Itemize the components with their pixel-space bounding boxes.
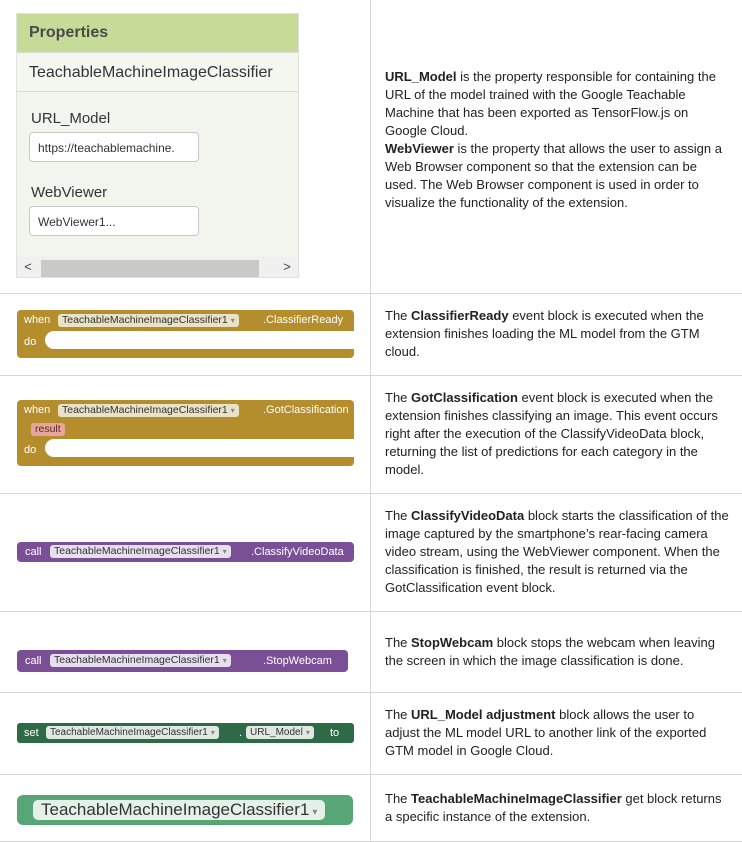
table-row: call TeachableMachineImageClassifier1▾ .… — [0, 611, 742, 692]
stop-webcam-description: The StopWebcam block stops the webcam wh… — [371, 634, 742, 670]
description-cell: The ClassifierReady event block is execu… — [371, 293, 742, 375]
chevron-down-icon: ▾ — [211, 728, 215, 737]
component-dropdown[interactable]: TeachableMachineImageClassifier1▾ — [58, 404, 239, 417]
term: ClassifierReady — [411, 308, 509, 323]
when-keyword: when — [24, 314, 50, 326]
table-row: TeachableMachineImageClassifier1▾ The Te… — [0, 774, 742, 841]
block-cell: TeachableMachineImageClassifier1▾ — [0, 774, 371, 841]
component-dropdown[interactable]: TeachableMachineImageClassifier1▾ — [58, 314, 239, 327]
description-cell: The URL_Model adjustment block allows th… — [371, 692, 742, 774]
block-cell: call TeachableMachineImageClassifier1▾ .… — [0, 611, 371, 692]
description-cell: The GotClassification event block is exe… — [371, 375, 742, 493]
event-name: .ClassifierReady — [263, 314, 343, 326]
method-name: .ClassifyVideoData — [251, 546, 344, 558]
term: URL_Model adjustment — [411, 707, 555, 722]
description-text: The — [385, 508, 411, 523]
block-cell: when TeachableMachineImageClassifier1▾ .… — [0, 375, 371, 493]
do-keyword: do — [24, 336, 36, 348]
scroll-right-icon[interactable]: > — [278, 257, 296, 277]
method-name: .StopWebcam — [263, 655, 332, 667]
call-keyword: call — [25, 546, 42, 558]
properties-header: Properties — [17, 14, 298, 52]
statement-slot[interactable] — [45, 439, 354, 457]
url-model-label: URL_Model — [31, 110, 110, 127]
chevron-down-icon: ▾ — [306, 728, 310, 737]
description-cell: The ClassifyVideoData block starts the c… — [371, 493, 742, 611]
horizontal-scrollbar[interactable]: < > — [17, 257, 298, 277]
table-row: when TeachableMachineImageClassifier1▾ .… — [0, 293, 742, 375]
table-row: Properties TeachableMachineImageClassifi… — [0, 0, 742, 293]
term: URL_Model — [385, 69, 457, 84]
when-keyword: when — [24, 404, 50, 416]
block-cell: set TeachableMachineImageClassifier1▾ . … — [0, 692, 371, 774]
description-text: The — [385, 635, 411, 650]
chevron-down-icon: ▾ — [312, 807, 317, 818]
term: StopWebcam — [411, 635, 493, 650]
component-dropdown[interactable]: TeachableMachineImageClassifier1▾ — [33, 800, 325, 820]
component-getter-block[interactable]: TeachableMachineImageClassifier1▾ — [17, 795, 353, 825]
scroll-left-icon[interactable]: < — [19, 257, 37, 277]
term: GotClassification — [411, 390, 518, 405]
description-cell: The StopWebcam block stops the webcam wh… — [371, 611, 742, 692]
component-dropdown[interactable]: TeachableMachineImageClassifier1▾ — [50, 545, 231, 558]
property-dropdown[interactable]: URL_Model▾ — [246, 726, 314, 739]
term: TeachableMachineImageClassifier — [411, 791, 622, 806]
url-model-field[interactable]: https://teachablemachine. — [29, 132, 199, 162]
statement-slot[interactable] — [45, 331, 354, 349]
classifier-ready-description: The ClassifierReady event block is execu… — [371, 307, 742, 361]
set-url-model-block[interactable]: set TeachableMachineImageClassifier1▾ . … — [17, 723, 354, 743]
do-keyword: do — [24, 444, 36, 456]
call-keyword: call — [25, 655, 42, 667]
component-label: TeachableMachineImageClassifier1 — [41, 800, 309, 819]
got-classification-description: The GotClassification event block is exe… — [371, 389, 742, 479]
component-label: TeachableMachineImageClassifier1 — [62, 404, 228, 416]
set-keyword: set — [24, 727, 39, 739]
webviewer-label: WebViewer — [31, 184, 107, 201]
component-dropdown[interactable]: TeachableMachineImageClassifier1▾ — [46, 726, 219, 739]
block-cell: when TeachableMachineImageClassifier1▾ .… — [0, 293, 371, 375]
chevron-down-icon: ▾ — [231, 316, 235, 325]
description-text: The — [385, 308, 411, 323]
classifier-ready-block[interactable]: when TeachableMachineImageClassifier1▾ .… — [17, 310, 354, 358]
result-parameter[interactable]: result — [31, 423, 65, 436]
component-label: TeachableMachineImageClassifier1 — [54, 545, 220, 557]
description-text: The — [385, 791, 411, 806]
term: WebViewer — [385, 141, 454, 156]
stop-webcam-block[interactable]: call TeachableMachineImageClassifier1▾ .… — [17, 650, 348, 672]
event-name: .GotClassification — [263, 404, 349, 416]
component-dropdown[interactable]: TeachableMachineImageClassifier1▾ — [50, 654, 231, 667]
got-classification-block[interactable]: when TeachableMachineImageClassifier1▾ .… — [17, 400, 354, 466]
component-label: TeachableMachineImageClassifier1 — [54, 654, 220, 666]
table-row: set TeachableMachineImageClassifier1▾ . … — [0, 692, 742, 774]
properties-cell: Properties TeachableMachineImageClassifi… — [0, 0, 371, 293]
component-name: TeachableMachineImageClassifier — [17, 52, 298, 92]
classify-video-data-description: The ClassifyVideoData block starts the c… — [371, 507, 742, 597]
url-model-adjustment-description: The URL_Model adjustment block allows th… — [371, 706, 742, 760]
scroll-thumb[interactable] — [41, 260, 259, 277]
properties-description: URL_Model is the property responsible fo… — [371, 68, 742, 212]
table-row: when TeachableMachineImageClassifier1▾ .… — [0, 375, 742, 493]
classify-video-data-block[interactable]: call TeachableMachineImageClassifier1▾ .… — [17, 542, 354, 562]
chevron-down-icon: ▾ — [231, 406, 235, 415]
extension-reference-table: Properties TeachableMachineImageClassifi… — [0, 0, 742, 842]
webviewer-field[interactable]: WebViewer1... — [29, 206, 199, 236]
description-text: The — [385, 707, 411, 722]
property-label: URL_Model — [250, 727, 303, 738]
table-row: call TeachableMachineImageClassifier1▾ .… — [0, 493, 742, 611]
separator-dot: . — [239, 727, 242, 739]
term: ClassifyVideoData — [411, 508, 524, 523]
block-cell: call TeachableMachineImageClassifier1▾ .… — [0, 493, 371, 611]
component-label: TeachableMachineImageClassifier1 — [50, 727, 208, 738]
getter-description: The TeachableMachineImageClassifier get … — [371, 790, 742, 826]
description-text: The — [385, 390, 411, 405]
component-label: TeachableMachineImageClassifier1 — [62, 314, 228, 326]
chevron-down-icon: ▾ — [223, 656, 227, 665]
properties-panel: Properties TeachableMachineImageClassifi… — [16, 13, 299, 278]
description-cell: URL_Model is the property responsible fo… — [371, 0, 742, 293]
to-keyword: to — [330, 727, 339, 739]
description-cell: The TeachableMachineImageClassifier get … — [371, 774, 742, 841]
chevron-down-icon: ▾ — [223, 547, 227, 556]
